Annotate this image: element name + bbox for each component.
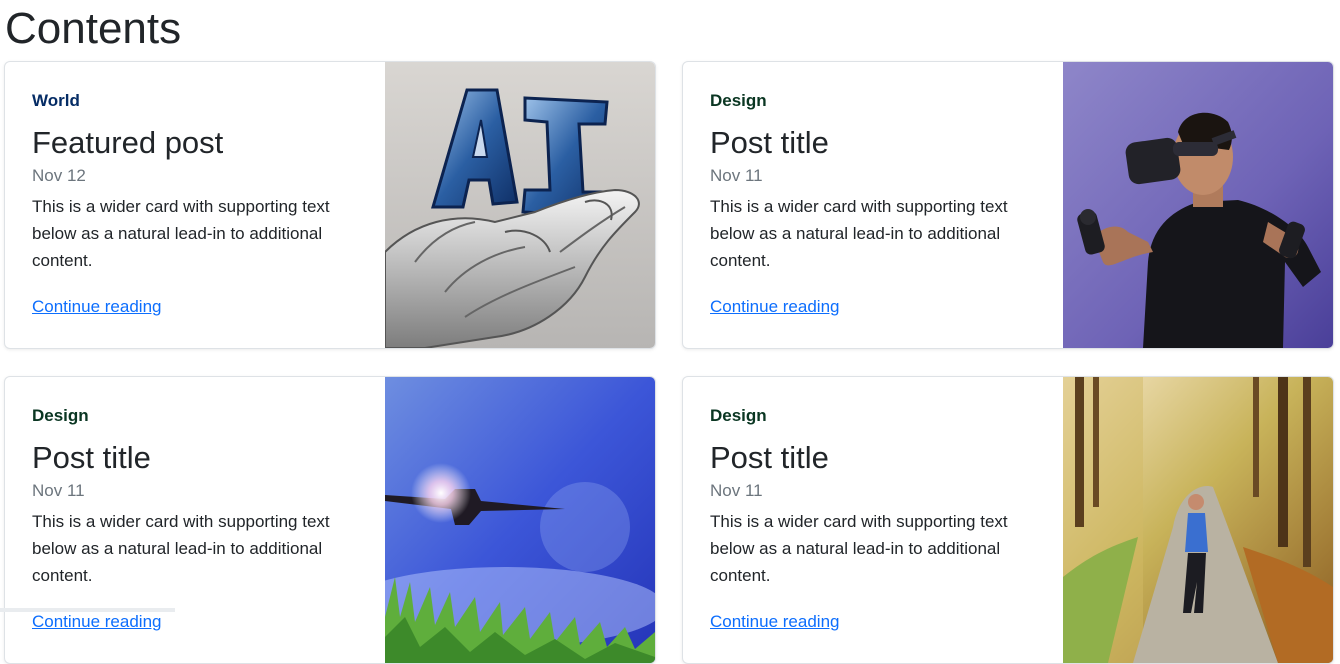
post-excerpt: This is a wider card with supporting tex… xyxy=(710,512,1008,585)
continue-reading-link[interactable]: Continue reading xyxy=(710,297,839,317)
post-title: Post title xyxy=(32,440,151,475)
post-title: Post title xyxy=(710,440,829,475)
post-thumbnail-vr-image[interactable] xyxy=(1063,62,1333,348)
post-card: Design Post title Nov 11 This is a wider… xyxy=(682,61,1334,349)
post-thumbnail-airplane-image[interactable] xyxy=(385,377,655,663)
horizontal-scrollbar[interactable] xyxy=(0,608,175,612)
post-thumbnail-ai-image[interactable] xyxy=(385,62,655,348)
post-category: World xyxy=(32,91,80,110)
continue-reading-link[interactable]: Continue reading xyxy=(32,612,161,632)
continue-reading-link[interactable]: Continue reading xyxy=(32,297,161,317)
post-date: Nov 11 xyxy=(32,481,85,500)
post-category: Design xyxy=(32,406,89,425)
post-title: Post title xyxy=(710,125,829,160)
post-excerpt: This is a wider card with supporting tex… xyxy=(32,197,330,270)
post-date: Nov 11 xyxy=(710,166,763,185)
post-title: Featured post xyxy=(32,125,224,160)
post-date: Nov 12 xyxy=(32,166,86,185)
continue-reading-link[interactable]: Continue reading xyxy=(710,612,839,632)
post-category: Design xyxy=(710,406,767,425)
post-excerpt: This is a wider card with supporting tex… xyxy=(32,512,330,585)
post-card: Design Post title Nov 11 This is a wider… xyxy=(4,376,656,664)
post-category: Design xyxy=(710,91,767,110)
post-thumbnail-autumn-image[interactable] xyxy=(1063,377,1333,663)
post-card: Design Post title Nov 11 This is a wider… xyxy=(682,376,1334,664)
page-title: Contents xyxy=(5,4,182,53)
post-excerpt: This is a wider card with supporting tex… xyxy=(710,197,1008,270)
post-card-featured: World Featured post Nov 12 This is a wid… xyxy=(4,61,656,349)
post-date: Nov 11 xyxy=(710,481,763,500)
